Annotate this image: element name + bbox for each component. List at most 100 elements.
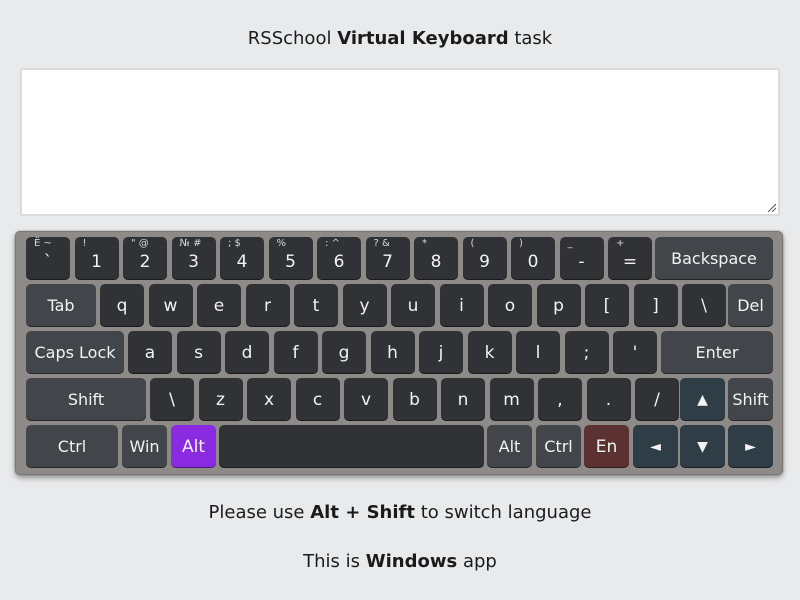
text-output-area[interactable] [20,68,780,216]
key-7[interactable]: ? & 7 [365,237,410,280]
key-r[interactable]: r [245,284,290,327]
key-label: 3 [188,251,199,272]
key-caps-lock[interactable]: Caps Lock [26,331,124,374]
key-0[interactable]: ) 0 [511,237,555,280]
key-slash[interactable]: / [635,378,679,421]
key-backslash[interactable]: \ [682,284,726,327]
key-z[interactable]: z [198,378,243,421]
key-comma[interactable]: , [538,378,582,421]
page-title: RSSchool Virtual Keyboard task [0,26,800,52]
key-alt[interactable]: Alt [487,425,532,468]
key-i[interactable]: i [439,284,484,327]
key-arrow-down[interactable]: ▼ [680,425,725,468]
key-backslash[interactable]: \ [150,378,194,421]
key-m[interactable]: m [489,378,534,421]
key-8[interactable]: * 8 [414,237,458,280]
key-o[interactable]: o [488,284,532,327]
key-d[interactable]: d [225,331,269,374]
key-a[interactable]: a [128,331,172,374]
key-label: 9 [479,251,490,272]
key-label: - [578,251,585,272]
key-enter[interactable]: Enter [661,331,773,374]
key-bracket-right[interactable]: ] [633,284,678,327]
key-c[interactable]: c [295,378,340,421]
title-suffix: task [514,28,553,49]
key-secondary-label: ; $ [228,238,241,249]
key-label: 4 [236,251,248,272]
key-e[interactable]: e [197,284,241,327]
key-backquote[interactable]: Ё ~ ` [26,237,70,280]
key-g[interactable]: g [322,331,366,374]
platform-note: This is Windows app [0,549,800,575]
key-label: 8 [430,251,442,272]
key-u[interactable]: u [391,284,435,327]
hint-before: Please use [208,502,305,523]
key-h[interactable]: h [370,331,415,374]
key-v[interactable]: v [344,378,388,421]
key-secondary-label: ! [82,238,87,249]
key-l[interactable]: l [516,331,560,374]
key-y[interactable]: y [342,284,387,327]
key-1[interactable]: ! 1 [74,237,119,280]
key-s[interactable]: s [176,331,221,374]
key-5[interactable]: % 5 [268,237,313,280]
key-arrow-left[interactable]: ◄ [633,425,678,468]
key-label: 6 [333,251,345,272]
key-shift[interactable]: Shift [728,378,773,421]
key-ctrl[interactable]: Ctrl [26,425,118,468]
key-6[interactable]: : ^ 6 [317,237,361,280]
key-b[interactable]: b [392,378,437,421]
key-t[interactable]: t [294,284,338,327]
key-secondary-label: % [276,238,287,249]
key-period[interactable]: . [586,378,631,421]
key-tab[interactable]: Tab [26,284,96,327]
key-secondary-label: + [616,238,625,249]
key-minus[interactable]: _ - [559,237,604,280]
platform-before: This is [303,551,361,572]
resize-grip-icon[interactable] [766,202,776,212]
key-secondary-label: ( [470,238,475,249]
key-secondary-label: _ [567,238,573,249]
key-w[interactable]: w [148,284,193,327]
key-9[interactable]: (9 [462,237,507,280]
title-bold: Virtual Keyboard [337,28,509,49]
key-bracket-left[interactable]: [ [585,284,629,327]
key-f[interactable]: f [273,331,318,374]
key-label: 0 [527,251,539,272]
key-semicolon[interactable]: ; [564,331,609,374]
key-backspace[interactable]: Backspace [655,237,773,280]
platform-after: app [462,551,497,572]
key-secondary-label: " @ [131,238,149,249]
key-k[interactable]: k [467,331,512,374]
key-win[interactable]: Win [122,425,167,468]
key-label: 7 [382,251,393,272]
key-j[interactable]: j [419,331,463,374]
key-secondary-label: ? & [373,238,390,249]
hint-after: to switch language [420,502,592,523]
key-q[interactable]: q [100,284,144,327]
hint-bold: Alt + Shift [310,502,415,523]
language-hint: Please use Alt + Shift to switch languag… [0,500,800,526]
key-en[interactable]: En [584,425,629,468]
key-arrow-up[interactable]: ▲ [680,378,725,421]
key-del[interactable]: Del [728,284,773,327]
key-n[interactable]: n [441,378,485,421]
key-space[interactable] [219,425,484,468]
key-alt[interactable]: Alt [171,425,216,468]
key-secondary-label: № # [179,238,202,249]
key-secondary-label: * [422,238,427,249]
key-arrow-right[interactable]: ► [728,425,773,468]
key-quote[interactable]: ' [613,331,657,374]
key-label: ` [43,251,53,272]
key-secondary-label: : ^ [325,238,340,249]
key-shift[interactable]: Shift [26,378,146,421]
key-2[interactable]: " @ 2 [123,237,167,280]
key-ctrl[interactable]: Ctrl [536,425,581,468]
virtual-keyboard: Ё ~ `! 1 " @2 № #3; $4% 5: ^ 6? & 7 * 8(9) 0 _ - + = Ba… [15,231,783,475]
key-4[interactable]: ; $ 4 [220,237,264,280]
key-p[interactable]: p [536,284,581,327]
key-label: 5 [285,251,296,272]
key-x[interactable]: x [247,378,291,421]
key-3[interactable]: № # 3 [171,237,216,280]
key-equal[interactable]: + = [608,237,652,280]
